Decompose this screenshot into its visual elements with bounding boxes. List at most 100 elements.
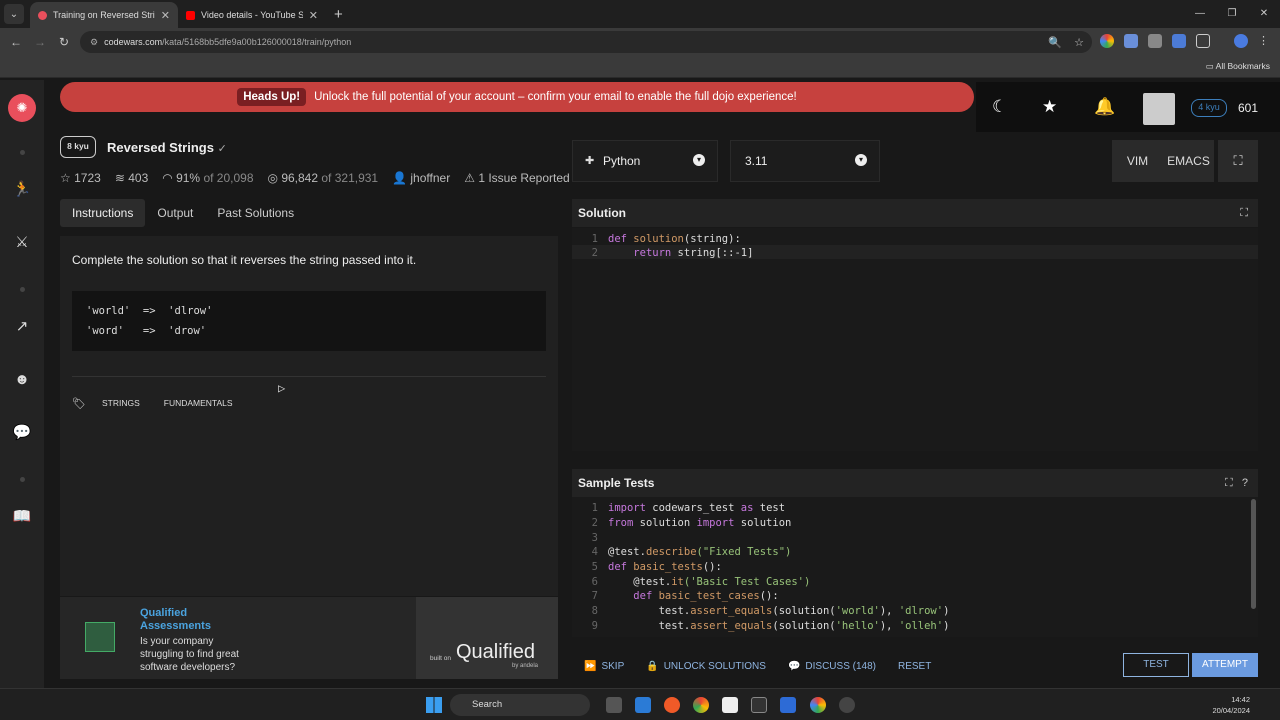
bookmark-star-icon[interactable]: ☆: [1074, 36, 1084, 49]
qualified-ad[interactable]: Qualified Assessments Is your company st…: [60, 597, 558, 679]
app-icon[interactable]: [839, 697, 855, 713]
site-info-icon[interactable]: ⚙: [90, 37, 98, 48]
sample-tests-header: Sample Tests ⛶ ?: [572, 469, 1258, 497]
zoom-icon[interactable]: 🔍: [1048, 36, 1062, 49]
chrome-active-icon[interactable]: [810, 697, 826, 713]
leaderboard-trend-icon[interactable]: ↗: [12, 317, 32, 337]
browser-tab-codewars[interactable]: Training on Reversed Strings | ✕: [30, 2, 178, 28]
close-tab-icon[interactable]: ✕: [309, 9, 318, 22]
email-confirm-banner[interactable]: Heads Up! Unlock the full potential of y…: [60, 82, 974, 112]
translate-icon[interactable]: [1172, 34, 1186, 48]
url-bar[interactable]: ⚙ codewars.com/kata/5168bb5dfe9a00b12600…: [80, 31, 1092, 53]
ad-brand-panel: built on Qualified by andela: [416, 597, 558, 679]
reload-icon[interactable]: ↻: [52, 35, 76, 49]
tag-icon: 🏷: [72, 397, 86, 410]
bookmarks-bar: ▭ All Bookmarks: [0, 56, 1280, 78]
reset-button[interactable]: RESET: [898, 661, 931, 672]
emacs-mode-button[interactable]: EMACS: [1163, 154, 1214, 168]
code-token: (string):: [683, 233, 741, 245]
windows-start-icon[interactable]: [426, 697, 442, 713]
avatar[interactable]: [1143, 93, 1175, 125]
codewars-logo-icon[interactable]: ✺: [8, 94, 36, 122]
unlock-solutions-button[interactable]: 🔒 UNLOCK SOLUTIONS: [646, 661, 766, 672]
chrome-icon[interactable]: [693, 697, 709, 713]
docs-book-icon[interactable]: 📖: [12, 507, 32, 527]
tab-search-icon[interactable]: ⌄: [4, 4, 24, 24]
extension-icon[interactable]: [1124, 34, 1138, 48]
back-icon[interactable]: ←: [4, 35, 28, 49]
code-line: 9 test.assert_equals(solution('hello'), …: [572, 619, 950, 633]
code-token: test: [753, 502, 786, 514]
practice-icon[interactable]: 🏃: [12, 180, 32, 200]
clock-time: 14:42: [1231, 695, 1250, 704]
forward-icon[interactable]: →: [28, 35, 52, 49]
code-token: ():: [702, 561, 722, 573]
google-lens-icon[interactable]: [1100, 34, 1114, 48]
notifications-bell-icon[interactable]: 🔔: [1094, 97, 1115, 117]
tag-strings[interactable]: STRINGS: [94, 396, 148, 410]
tab-past-solutions[interactable]: Past Solutions: [205, 199, 306, 227]
new-tab-icon[interactable]: +: [334, 6, 343, 23]
ad-text: Is your company struggling to find great…: [140, 636, 239, 673]
code-line: 6 @test.it('Basic Test Cases'): [572, 575, 811, 589]
version-select[interactable]: 3.11 ▾: [730, 140, 880, 182]
tab-output[interactable]: Output: [145, 199, 205, 227]
restore-icon[interactable]: ❐: [1216, 0, 1248, 28]
satisfaction-icon: ◠: [162, 171, 173, 185]
completed-stat: ◎ 96,842 of 321,931: [268, 171, 379, 185]
help-icon[interactable]: ?: [1242, 477, 1248, 489]
tab-instructions[interactable]: Instructions: [60, 199, 146, 227]
attempt-button[interactable]: ATTEMPT: [1192, 653, 1258, 677]
issues-stat[interactable]: ⚠ 1 Issue Reported: [464, 171, 570, 185]
all-bookmarks-button[interactable]: ▭ All Bookmarks: [1206, 61, 1270, 72]
extensions-puzzle-icon[interactable]: [1196, 34, 1210, 48]
expand-icon[interactable]: ⛶: [1240, 199, 1248, 227]
ad-built-on: built on: [430, 655, 451, 662]
language-select[interactable]: ✚ Python ▾: [572, 140, 718, 182]
stars-stat[interactable]: ☆ 1723: [60, 171, 101, 185]
notion-icon[interactable]: [722, 697, 738, 713]
vscode-icon[interactable]: [635, 697, 651, 713]
discussion-chat-icon[interactable]: 💬: [12, 423, 32, 443]
profile-icon[interactable]: [1234, 34, 1248, 48]
dark-mode-moon-icon[interactable]: ☾: [992, 97, 1007, 117]
scrollbar[interactable]: [1251, 499, 1256, 609]
taskbar-clock[interactable]: 14:42 20/04/2024: [1212, 694, 1250, 716]
instructions-panel: Complete the solution so that it reverse…: [60, 236, 558, 596]
app-icon[interactable]: [780, 697, 796, 713]
app-icon[interactable]: [664, 697, 680, 713]
line-number: 4: [591, 546, 598, 558]
line-number: 2: [591, 517, 598, 529]
skip-icon: ⏩: [584, 660, 597, 672]
discuss-button[interactable]: 💬 DISCUSS (148): [788, 661, 876, 672]
close-tab-icon[interactable]: ✕: [161, 9, 170, 22]
extension-icon[interactable]: [1148, 34, 1162, 48]
ad-title[interactable]: Qualified Assessments: [140, 607, 220, 633]
taskbar-search[interactable]: Search: [450, 694, 590, 716]
minimize-icon[interactable]: —: [1184, 0, 1216, 28]
file-explorer-icon[interactable]: [606, 697, 622, 713]
browser-tab-youtube[interactable]: Video details - YouTube Studio ✕: [178, 2, 326, 28]
user-toolbar: ☾ ★ 🔔 4 kyu 601: [976, 82, 1280, 132]
discord-icon[interactable]: ☻: [12, 370, 32, 390]
expand-icon[interactable]: ⛶: [1225, 477, 1233, 489]
author-stat[interactable]: 👤 jhoffner: [392, 171, 450, 185]
user-icon: 👤: [392, 171, 408, 185]
satisfaction-stat: ◠ 91% of 20,098: [162, 171, 253, 185]
dojo-icon[interactable]: ⚔: [12, 233, 32, 253]
browser-menu-icon[interactable]: ⋮: [1258, 34, 1269, 48]
skip-button[interactable]: ⏩ SKIP: [584, 661, 624, 672]
code-token: 'olleh': [898, 620, 944, 632]
close-window-icon[interactable]: ✕: [1248, 0, 1280, 28]
ad-thumbnail: [85, 622, 115, 652]
test-button[interactable]: TEST: [1123, 653, 1189, 677]
fullscreen-icon[interactable]: ⛶: [1218, 140, 1258, 182]
bookmarks-star-icon[interactable]: ★: [1042, 97, 1057, 117]
solution-editor[interactable]: 1 def solution(string): 2 return string[:…: [572, 228, 1258, 451]
code-token: codewars_test: [645, 502, 741, 514]
tag-fundamentals[interactable]: FUNDAMENTALS: [156, 396, 241, 410]
terminal-icon[interactable]: [751, 697, 767, 713]
sample-tests-editor[interactable]: 1 import codewars_test as test 2 from solu…: [572, 497, 1258, 637]
vim-mode-button[interactable]: VIM: [1112, 154, 1163, 168]
